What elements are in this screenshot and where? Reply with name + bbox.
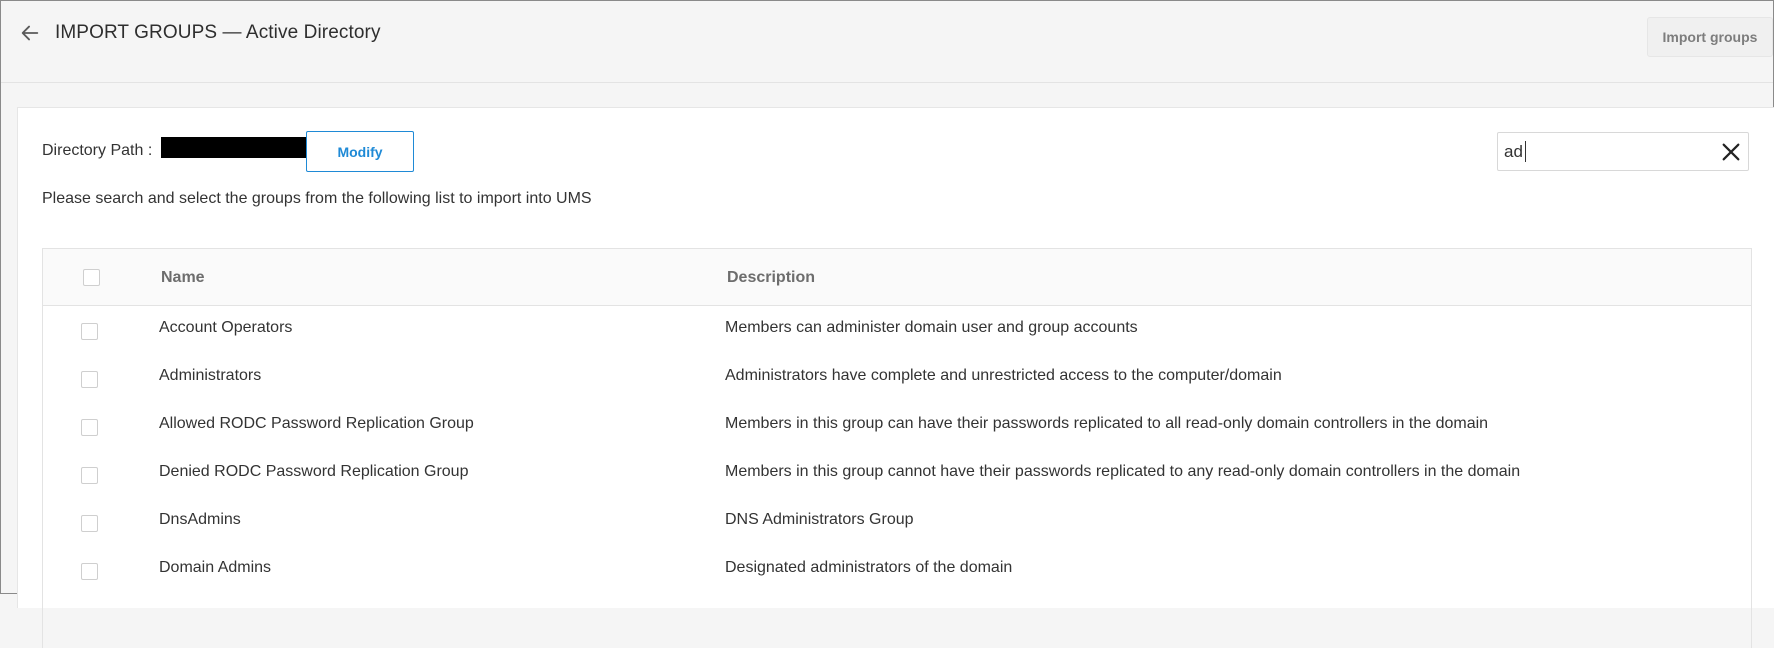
table-row[interactable]: Account Operators Members can administer… — [43, 305, 1751, 353]
page-title: IMPORT GROUPS — Active Directory — [55, 22, 381, 43]
row-checkbox[interactable] — [81, 419, 98, 436]
row-checkbox[interactable] — [81, 515, 98, 532]
table-row[interactable]: Denied RODC Password Replication Group M… — [43, 449, 1751, 497]
main-panel: Directory Path : Modify Please search an… — [17, 107, 1774, 648]
top-bar: IMPORT GROUPS — Active Directory Import … — [1, 1, 1773, 83]
row-checkbox[interactable] — [81, 323, 98, 340]
group-description: DNS Administrators Group — [725, 511, 914, 528]
group-name: Administrators — [159, 367, 262, 384]
row-checkbox[interactable] — [81, 563, 98, 580]
search-input[interactable] — [1504, 139, 1704, 164]
instructions-text: Please search and select the groups from… — [42, 190, 592, 207]
group-name: Denied RODC Password Replication Group — [159, 463, 469, 480]
group-description: Members in this group can have their pas… — [725, 415, 1489, 432]
back-arrow-icon[interactable] — [19, 22, 41, 44]
table-row[interactable]: Domain Admins Designated administrators … — [43, 545, 1751, 593]
group-name: Account Operators — [159, 319, 293, 336]
directory-path-label: Directory Path : — [42, 142, 153, 159]
group-description: Designated administrators of the domain — [725, 559, 1013, 576]
group-description: Administrators have complete and unrestr… — [725, 367, 1282, 384]
text-caret — [1525, 141, 1526, 162]
table-row[interactable]: Administrators Administrators have compl… — [43, 353, 1751, 401]
row-checkbox[interactable] — [81, 371, 98, 388]
row-checkbox[interactable] — [81, 467, 98, 484]
close-icon[interactable] — [1720, 141, 1742, 163]
column-header-name: Name — [161, 269, 205, 286]
group-name: Domain Admins — [159, 559, 272, 576]
group-name: DnsAdmins — [159, 511, 241, 528]
redacted-directory-path — [161, 137, 308, 158]
table-row[interactable]: DnsAdmins DNS Administrators Group — [43, 497, 1751, 545]
select-all-checkbox[interactable] — [83, 269, 100, 286]
table-row[interactable]: Allowed RODC Password Replication Group … — [43, 401, 1751, 449]
import-groups-button[interactable]: Import groups — [1647, 17, 1773, 57]
modify-button[interactable]: Modify — [306, 131, 414, 172]
column-header-description: Description — [727, 269, 816, 286]
table-header: Name Description — [43, 249, 1751, 306]
search-box[interactable] — [1497, 132, 1749, 171]
group-description: Members in this group cannot have their … — [725, 463, 1521, 480]
groups-table: Name Description Account Operators Membe… — [42, 248, 1752, 648]
group-name: Allowed RODC Password Replication Group — [159, 415, 474, 432]
group-description: Members can administer domain user and g… — [725, 319, 1138, 336]
